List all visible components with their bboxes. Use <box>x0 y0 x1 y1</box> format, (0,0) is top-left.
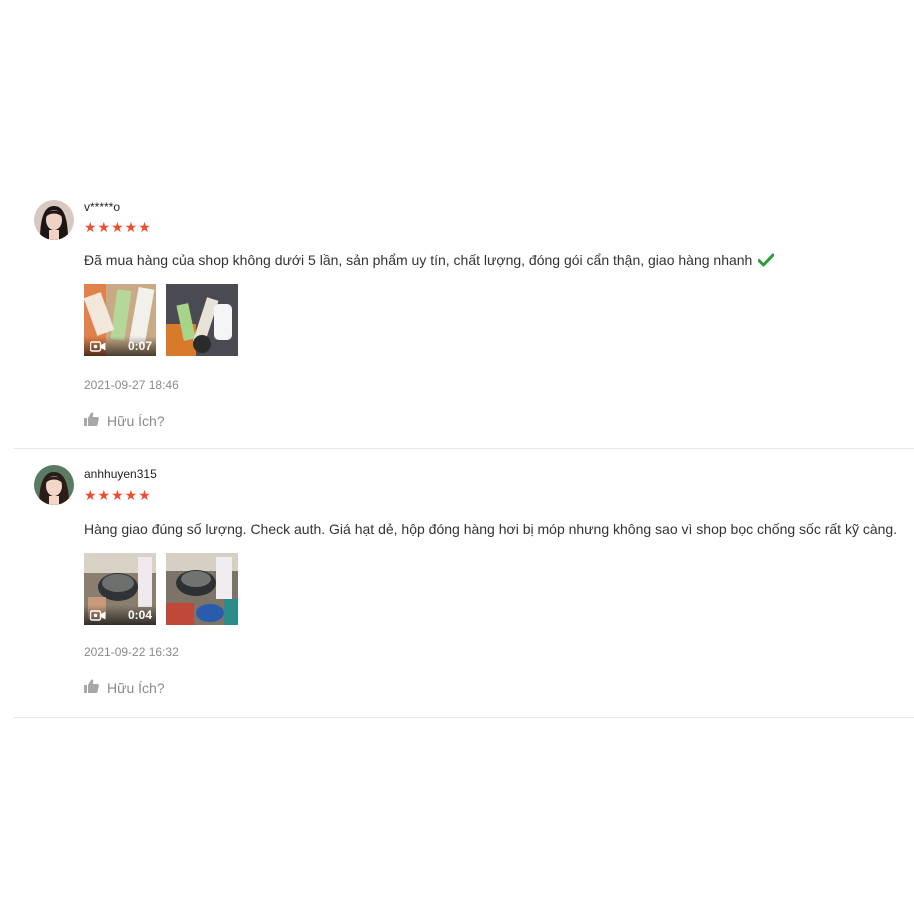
avatar[interactable] <box>34 465 74 505</box>
avatar[interactable] <box>34 200 74 240</box>
review-media: 0:07 <box>84 284 238 356</box>
review-date: 2021-09-27 18:46 <box>84 378 179 392</box>
video-duration: 0:04 <box>127 608 152 622</box>
review-media: 0:04 <box>84 553 238 625</box>
rating-stars: ★★★★★ <box>84 219 152 235</box>
helpful-button[interactable]: Hữu Ích? <box>84 412 165 429</box>
reviewer-name: v*****o <box>84 200 121 214</box>
video-duration: 0:07 <box>127 339 152 353</box>
review-list: v*****o ★★★★★ Đã mua hàng của shop không… <box>14 186 914 718</box>
check-icon <box>757 253 775 270</box>
thumbs-up-icon <box>84 679 99 696</box>
helpful-button[interactable]: Hữu Ích? <box>84 679 165 696</box>
review-date: 2021-09-22 16:32 <box>84 645 179 659</box>
video-overlay: 0:07 <box>84 336 156 356</box>
video-overlay: 0:04 <box>84 605 156 625</box>
review-comment-text: Đã mua hàng của shop không dưới 5 lần, s… <box>84 252 753 268</box>
reviewer-name: anhhuyen315 <box>84 467 157 481</box>
review-comment: Đã mua hàng của shop không dưới 5 lần, s… <box>84 252 775 270</box>
thumbs-up-icon <box>84 412 99 429</box>
helpful-label: Hữu Ích? <box>107 412 165 429</box>
review-item: v*****o ★★★★★ Đã mua hàng của shop không… <box>14 186 914 449</box>
review-image-thumbnail[interactable] <box>166 553 238 625</box>
rating-stars: ★★★★★ <box>84 487 152 503</box>
review-video-thumbnail[interactable]: 0:07 <box>84 284 156 356</box>
review-image-thumbnail[interactable] <box>166 284 238 356</box>
video-camera-icon <box>90 340 106 352</box>
review-video-thumbnail[interactable]: 0:04 <box>84 553 156 625</box>
video-camera-icon <box>90 609 106 621</box>
review-comment: Hàng giao đúng số lượng. Check auth. Giá… <box>84 521 898 537</box>
review-item: anhhuyen315 ★★★★★ Hàng giao đúng số lượn… <box>14 449 914 718</box>
helpful-label: Hữu Ích? <box>107 679 165 696</box>
